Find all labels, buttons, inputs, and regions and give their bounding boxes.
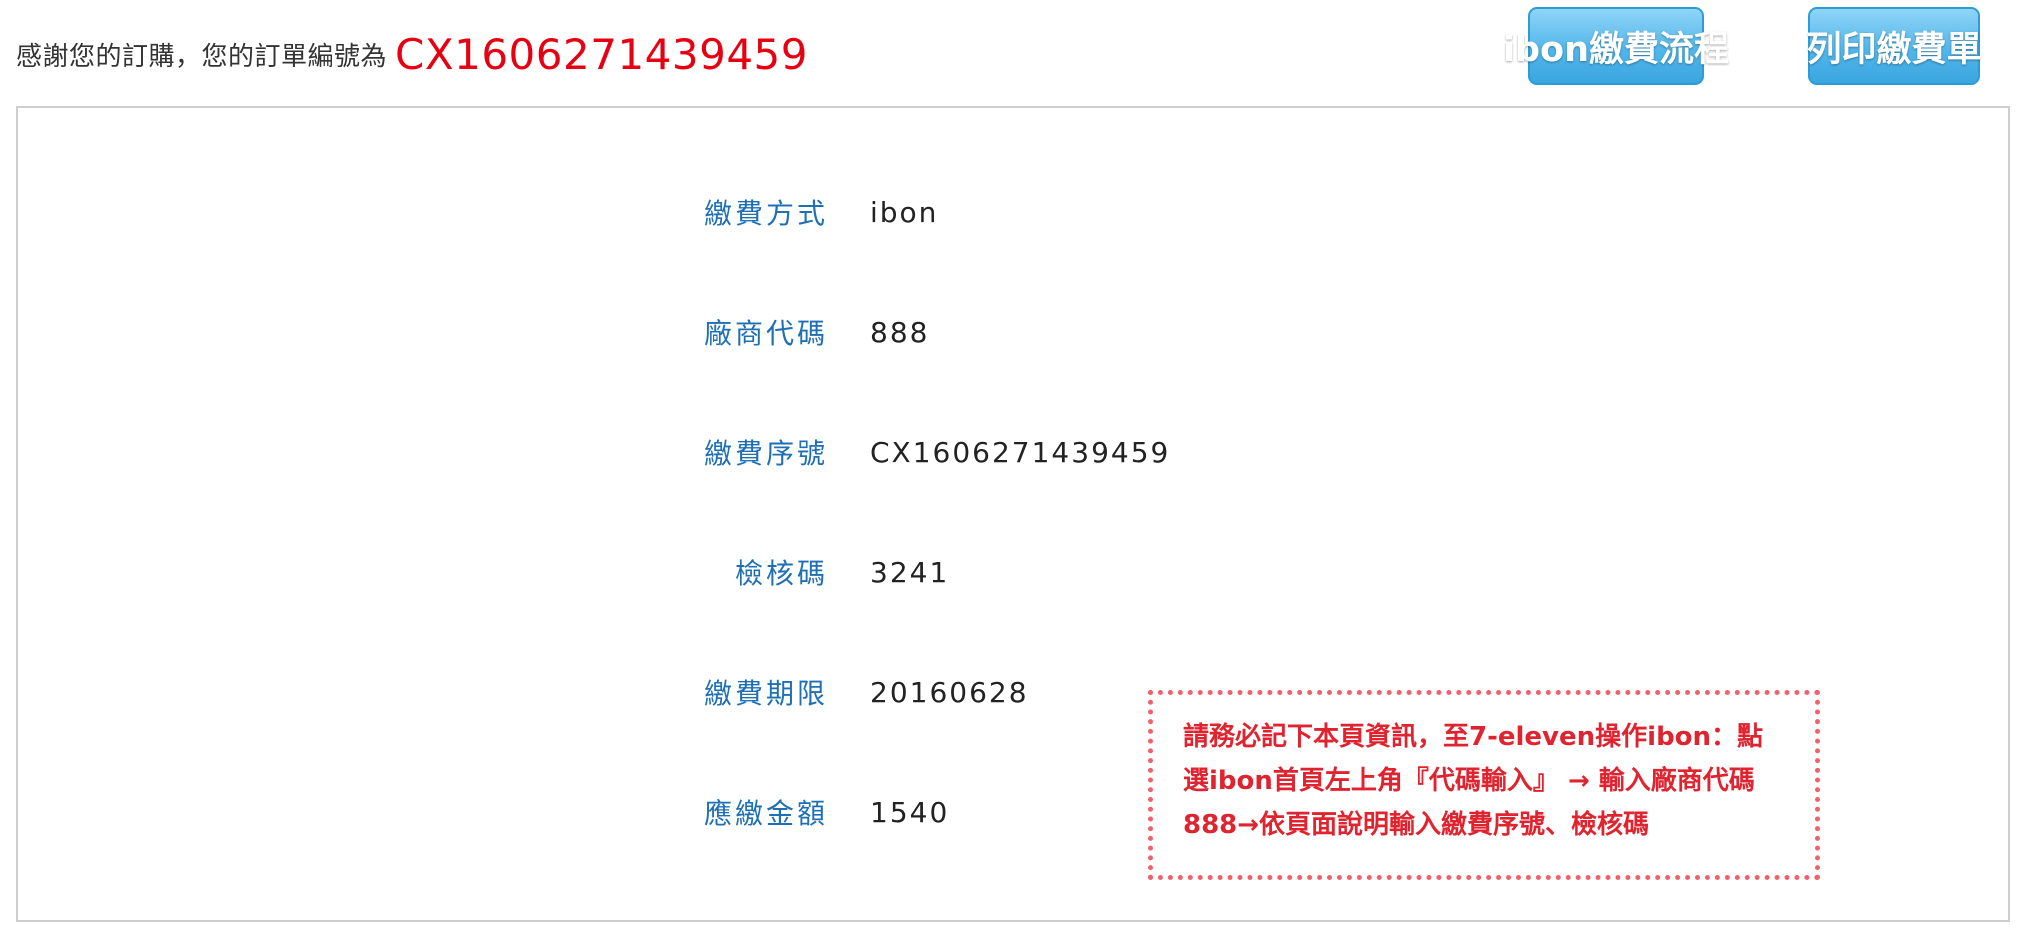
order-number: CX1606271439459 [395, 29, 808, 79]
info-value: 1540 [870, 795, 950, 829]
info-value: 3241 [870, 555, 950, 589]
info-label: 繳費序號 [703, 437, 828, 470]
info-row-payment-method: 繳費方式 ibon [18, 192, 938, 232]
info-label: 廠商代碼 [703, 317, 828, 350]
print-payment-slip-button[interactable]: 列印繳費單 [1807, 7, 1982, 85]
ibon-payment-flow-button[interactable]: ibon繳費流程 [1503, 7, 1729, 85]
info-row-amount-due: 應繳金額 1540 [18, 792, 949, 832]
info-label: 繳費期限 [703, 677, 828, 710]
info-value: CX1606271439459 [870, 435, 1171, 469]
order-confirmation-page: 感謝您的訂購，您的訂單編號為 CX1606271439459 ibon繳費流程 … [0, 0, 2024, 928]
payment-instruction-notice: 請務必記下本頁資訊，至7-eleven操作ibon：點選ibon首頁左上角『代碼… [1148, 690, 1820, 880]
info-value: ibon [870, 195, 939, 229]
payment-info-panel: 繳費方式 ibon 廠商代碼 888 繳費序號 CX1606271439459 … [16, 106, 2010, 922]
info-value: 888 [870, 315, 930, 349]
info-row-payment-deadline: 繳費期限 20160628 [18, 672, 1029, 712]
info-value: 20160628 [870, 675, 1029, 709]
info-label: 應繳金額 [703, 797, 828, 830]
info-label: 繳費方式 [703, 197, 828, 230]
order-header: 感謝您的訂購，您的訂單編號為 CX1606271439459 [16, 26, 808, 82]
info-label: 檢核碼 [734, 557, 828, 590]
info-row-check-code: 檢核碼 3241 [18, 552, 949, 592]
info-row-vendor-code: 廠商代碼 888 [18, 312, 929, 352]
info-row-payment-serial: 繳費序號 CX1606271439459 [18, 432, 1170, 472]
thanks-message: 感謝您的訂購，您的訂單編號為 [16, 41, 388, 72]
